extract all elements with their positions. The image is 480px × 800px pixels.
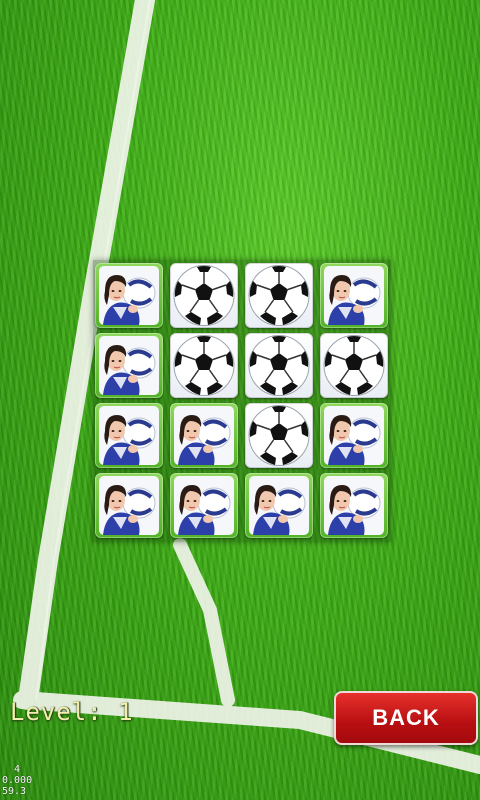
memory-tile-player[interactable] [95,263,163,328]
memory-tile-ball[interactable] [245,263,313,328]
memory-tile-player[interactable] [245,473,313,538]
memory-tile-ball[interactable] [170,333,238,398]
memory-tile-ball[interactable] [245,403,313,468]
memory-tile-player[interactable] [320,473,388,538]
soccer-ball-icon [173,265,235,326]
memory-tile-ball[interactable] [245,333,313,398]
back-button[interactable]: BACK [334,691,478,745]
memory-tile-player[interactable] [320,263,388,328]
player-photo-icon [99,336,159,395]
memory-tile-player[interactable] [320,403,388,468]
memory-tile-player[interactable] [95,403,163,468]
player-photo-icon [324,406,384,465]
soccer-ball-icon [248,265,310,326]
memory-tile-player[interactable] [95,333,163,398]
player-photo-icon [249,476,309,535]
soccer-ball-icon [173,335,235,396]
soccer-ball-icon [323,335,385,396]
player-photo-icon [99,406,159,465]
debug-line: 59.3 [2,786,27,797]
player-photo-icon [324,266,384,325]
soccer-ball-icon [248,405,310,466]
debug-line: 4 [2,764,21,775]
level-label: Level: 1 [10,698,134,726]
player-photo-icon [99,476,159,535]
tile-grid [93,260,391,542]
memory-tile-player[interactable] [95,473,163,538]
player-photo-icon [99,266,159,325]
player-photo-icon [174,476,234,535]
memory-tile-player[interactable] [170,473,238,538]
player-photo-icon [324,476,384,535]
debug-line: 0.000 [2,775,33,786]
game-screen: Level: 1 BACK 4 0.000 59.3 [0,0,480,800]
memory-tile-ball[interactable] [170,263,238,328]
debug-readout: 4 0.000 59.3 [2,764,32,797]
player-photo-icon [174,406,234,465]
soccer-ball-icon [248,335,310,396]
memory-tile-ball[interactable] [320,333,388,398]
memory-tile-player[interactable] [170,403,238,468]
